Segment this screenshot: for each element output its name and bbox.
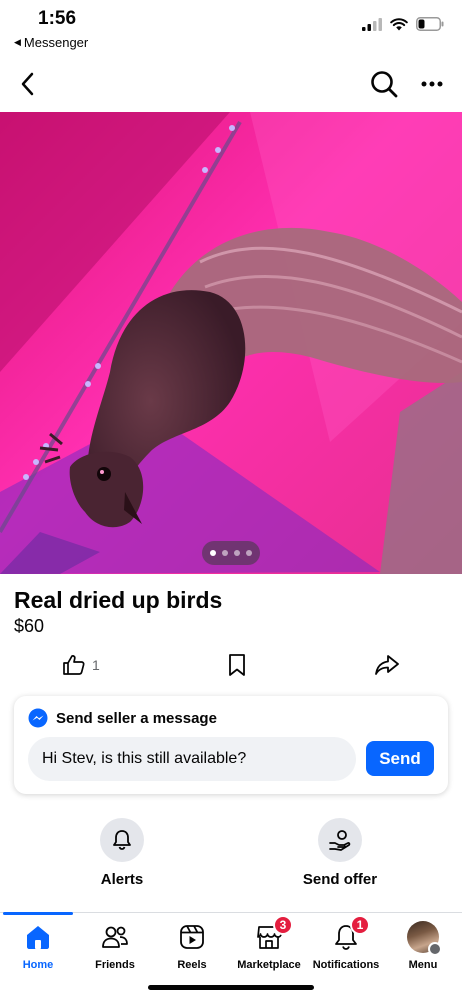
tab-home[interactable]: Home [0, 921, 78, 971]
tab-reels[interactable]: Reels [152, 921, 232, 971]
tab-marketplace[interactable]: 3 Marketplace [229, 915, 309, 971]
bottom-tab-bar: Home Friends Reels 3 Marketplace 1 Notif… [0, 912, 462, 974]
send-offer-action[interactable]: Send offer [280, 818, 400, 888]
tab-label: Menu [408, 959, 438, 971]
notifications-badge: 1 [350, 915, 370, 935]
listing-title: Real dried up birds [14, 587, 223, 613]
more-options-button[interactable] [416, 68, 448, 100]
signal-icon [362, 17, 382, 31]
alerts-circle[interactable] [100, 818, 144, 862]
avatar-icon [407, 921, 442, 956]
bird-photo-image [0, 112, 462, 574]
chevron-left-icon [21, 72, 34, 96]
tab-label: Marketplace [237, 959, 301, 971]
page-dot [234, 550, 240, 556]
back-to-app-link[interactable]: ◀ Messenger [14, 35, 88, 50]
save-button[interactable] [226, 648, 248, 682]
system-icons [362, 17, 444, 31]
tab-label: Notifications [312, 959, 380, 971]
bell-icon [113, 830, 131, 850]
message-seller-card: Send seller a message Send [14, 696, 448, 794]
clock: 1:56 [38, 8, 77, 29]
listing-photo[interactable] [0, 112, 462, 574]
message-input[interactable] [28, 737, 356, 781]
like-button[interactable]: 1 [62, 648, 100, 682]
tab-menu[interactable]: Menu [383, 921, 462, 971]
search-icon [371, 71, 398, 98]
alerts-label: Alerts [100, 871, 144, 888]
reels-icon [180, 925, 204, 949]
active-tab-indicator [3, 912, 73, 915]
home-icon [27, 926, 49, 949]
status-bar: 1:56 ◀ Messenger [0, 0, 462, 56]
send-button[interactable]: Send [366, 741, 434, 776]
back-app-label: Messenger [23, 35, 89, 50]
tab-notifications[interactable]: 1 Notifications [306, 915, 386, 971]
offer-hand-icon [329, 830, 351, 851]
friends-icon [102, 926, 128, 948]
back-triangle-icon: ◀ [14, 37, 21, 47]
nav-bar [0, 60, 462, 108]
page-dot [222, 550, 228, 556]
bookmark-icon [229, 654, 245, 676]
more-dots-icon [421, 81, 443, 87]
thumbs-up-icon [63, 655, 85, 675]
message-card-header: Send seller a message [28, 708, 217, 728]
send-offer-circle[interactable] [318, 818, 362, 862]
share-icon [375, 655, 399, 675]
menu-icon [428, 942, 442, 956]
back-button[interactable] [14, 68, 42, 100]
battery-icon [416, 17, 444, 31]
tab-label: Home [22, 959, 54, 971]
marketplace-badge: 3 [273, 915, 293, 935]
send-offer-label: Send offer [302, 871, 378, 888]
page-dot [246, 550, 252, 556]
alerts-action[interactable]: Alerts [62, 818, 182, 888]
tab-label: Friends [95, 959, 135, 971]
search-button[interactable] [368, 68, 400, 100]
share-button[interactable] [374, 648, 400, 682]
listing-price: $60 [14, 616, 45, 636]
like-count: 1 [92, 657, 100, 673]
wifi-icon [390, 17, 408, 30]
home-indicator[interactable] [148, 985, 314, 990]
tab-friends[interactable]: Friends [75, 921, 155, 971]
messenger-icon [28, 708, 48, 728]
photo-page-indicator[interactable] [202, 541, 260, 565]
tab-label: Reels [177, 959, 207, 971]
message-card-heading: Send seller a message [56, 709, 217, 727]
page-dot [210, 550, 216, 556]
listing-actions: 1 [0, 648, 462, 682]
